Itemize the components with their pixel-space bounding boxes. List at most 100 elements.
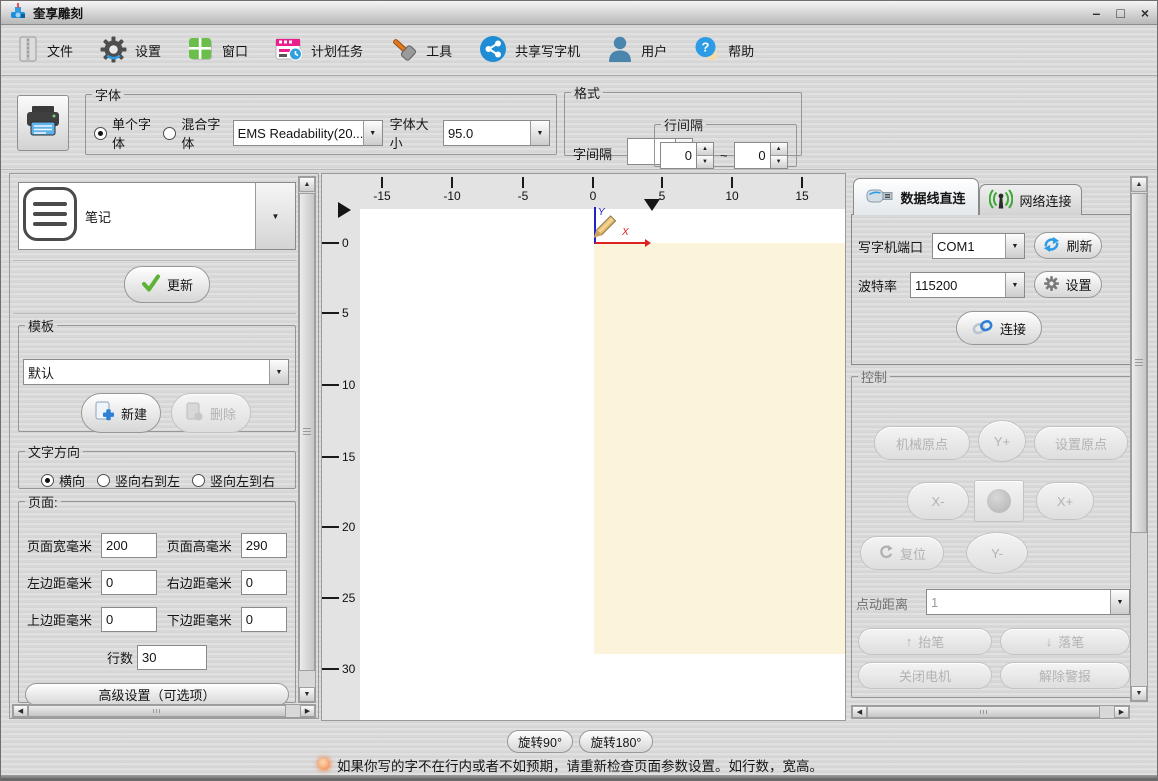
template-delete-button[interactable]: 删除 bbox=[171, 393, 251, 433]
chevron-down-icon[interactable]: ▼ bbox=[530, 121, 549, 145]
y-minus-button[interactable]: Y- bbox=[966, 532, 1028, 574]
row-count-input[interactable]: 30 bbox=[137, 645, 207, 670]
connect-button[interactable]: 连接 bbox=[956, 311, 1042, 345]
left-panel-vscrollbar[interactable]: ▲ ▼ bbox=[298, 176, 316, 703]
vertical-ruler: 0 5 10 15 20 25 30 bbox=[322, 209, 360, 720]
mechanical-origin-button[interactable]: 机械原点 bbox=[874, 426, 970, 460]
font-select[interactable]: EMS Readability(20... ▼ bbox=[233, 120, 383, 146]
menu-user[interactable]: 用户 bbox=[607, 35, 667, 66]
margin-left-input[interactable]: 0 bbox=[101, 570, 157, 595]
reset-button[interactable]: 复位 bbox=[860, 536, 944, 570]
radio-vertical-rtl[interactable]: 竖向右到左 bbox=[97, 471, 180, 490]
right-panel-hscrollbar[interactable]: ◀ ▶ bbox=[851, 705, 1130, 719]
status-bar: 如果你写的字不在行内或者不如预期，请重新检查页面参数设置。如行数，宽高。 bbox=[1, 754, 1157, 776]
radio-horizontal[interactable]: 横向 bbox=[41, 471, 85, 490]
menu-tools[interactable]: 工具 bbox=[390, 35, 452, 66]
maximize-button[interactable]: □ bbox=[1116, 6, 1124, 20]
left-panel-hscrollbar[interactable]: ◀ ▶ bbox=[12, 704, 316, 718]
spinner-down-icon[interactable]: ▼ bbox=[697, 156, 713, 168]
ruler-marker-right-icon[interactable] bbox=[338, 202, 351, 218]
print-button[interactable] bbox=[17, 95, 69, 151]
margin-bottom-input[interactable]: 0 bbox=[241, 607, 287, 632]
scrollbar-thumb[interactable] bbox=[1131, 193, 1147, 533]
chevron-down-icon[interactable]: ▼ bbox=[363, 121, 382, 145]
menu-share-writer[interactable]: 共享写字机 bbox=[479, 35, 580, 66]
x-plus-button[interactable]: X+ bbox=[1036, 482, 1094, 520]
radio-mixed-font[interactable]: 混合字体 bbox=[163, 114, 225, 152]
menu-help[interactable]: ? 帮助 bbox=[694, 36, 754, 65]
port-label: 写字机端口 bbox=[858, 237, 923, 256]
spinner-down-icon[interactable]: ▼ bbox=[771, 156, 787, 168]
page-width-input[interactable]: 200 bbox=[101, 533, 157, 558]
spinner-up-icon[interactable]: ▲ bbox=[771, 143, 787, 156]
chevron-down-icon[interactable]: ▼ bbox=[1005, 273, 1024, 297]
pen-up-button[interactable]: ↑ 抬笔 bbox=[858, 628, 992, 655]
font-size-value: 95.0 bbox=[444, 121, 530, 145]
hint-lamp-icon bbox=[318, 758, 330, 770]
machine-settings-button[interactable]: 设置 bbox=[1034, 271, 1102, 298]
baud-select[interactable]: 115200 ▼ bbox=[910, 272, 1025, 298]
rotate-90-button[interactable]: 旋转90° bbox=[507, 730, 573, 753]
scroll-left-icon[interactable]: ◀ bbox=[852, 706, 867, 718]
x-minus-button[interactable]: X- bbox=[907, 482, 969, 520]
ruler-marker-down-icon[interactable] bbox=[644, 199, 660, 211]
stop-circle-icon bbox=[987, 489, 1011, 513]
chevron-down-icon[interactable]: ▼ bbox=[1005, 234, 1024, 258]
tab-network-connection[interactable]: 网络连接 bbox=[979, 184, 1082, 215]
y-plus-button[interactable]: Y+ bbox=[978, 420, 1026, 462]
scrollbar-thumb[interactable] bbox=[28, 705, 286, 717]
tab-cable-connection[interactable]: 数据线直连 bbox=[853, 178, 979, 215]
font-size-select[interactable]: 95.0 ▼ bbox=[443, 120, 550, 146]
spinner-up-icon[interactable]: ▲ bbox=[697, 143, 713, 156]
menu-file[interactable]: 文件 bbox=[17, 36, 73, 65]
menu-window[interactable]: 窗口 bbox=[188, 36, 248, 65]
line-spacing-to-spinner[interactable]: 0 ▲▼ bbox=[734, 142, 788, 169]
scroll-up-icon[interactable]: ▲ bbox=[299, 177, 315, 192]
stop-button[interactable] bbox=[974, 480, 1024, 522]
scrollbar-thumb[interactable] bbox=[299, 193, 315, 671]
note-selector[interactable]: 笔记 ▼ bbox=[18, 182, 296, 250]
template-select[interactable]: 默认 ▼ bbox=[23, 359, 289, 385]
page-height-input[interactable]: 290 bbox=[241, 533, 287, 558]
menu-settings[interactable]: 设置 bbox=[100, 36, 161, 66]
update-button[interactable]: 更新 bbox=[124, 266, 210, 303]
jog-distance-select[interactable]: 1 ▼ bbox=[926, 589, 1130, 615]
advanced-settings-button[interactable]: 高级设置（可选项） bbox=[25, 683, 289, 706]
menu-scheduled-tasks[interactable]: 计划任务 bbox=[275, 36, 363, 65]
chevron-down-icon[interactable]: ▼ bbox=[1110, 590, 1129, 614]
minimize-button[interactable]: – bbox=[1093, 6, 1101, 20]
margin-right-input[interactable]: 0 bbox=[241, 570, 287, 595]
scroll-up-icon[interactable]: ▲ bbox=[1131, 177, 1147, 192]
template-new-button[interactable]: 新建 bbox=[81, 393, 161, 433]
scroll-left-icon[interactable]: ◀ bbox=[13, 705, 28, 717]
scroll-right-icon[interactable]: ▶ bbox=[300, 705, 315, 717]
scroll-down-icon[interactable]: ▼ bbox=[299, 687, 315, 702]
pen-down-button[interactable]: ↓ 落笔 bbox=[1000, 628, 1130, 655]
usb-icon bbox=[866, 186, 894, 209]
set-origin-button[interactable]: 设置原点 bbox=[1034, 426, 1128, 460]
check-icon bbox=[141, 274, 161, 295]
refresh-button[interactable]: 刷新 bbox=[1034, 232, 1102, 259]
x-axis-label: X bbox=[622, 227, 629, 238]
chevron-down-icon[interactable]: ▼ bbox=[255, 183, 295, 249]
y-minus-label: Y- bbox=[991, 546, 1003, 561]
radio-single-font[interactable]: 单个字体 bbox=[94, 114, 156, 152]
ruler-tick-label: 20 bbox=[342, 520, 355, 534]
scroll-down-icon[interactable]: ▼ bbox=[1131, 686, 1147, 701]
radio-vertical-ltr[interactable]: 竖向左到右 bbox=[192, 471, 275, 490]
chevron-down-icon[interactable]: ▼ bbox=[269, 360, 288, 384]
rotate-180-button[interactable]: 旋转180° bbox=[579, 730, 653, 753]
drawing-canvas[interactable]: -15 -10 -5 0 5 10 15 0 5 10 15 20 25 30 … bbox=[321, 173, 846, 721]
clear-alarm-button[interactable]: 解除警报 bbox=[1000, 662, 1130, 689]
motor-off-button[interactable]: 关闭电机 bbox=[858, 662, 992, 689]
tab-network-label: 网络连接 bbox=[1019, 191, 1071, 210]
port-select[interactable]: COM1 ▼ bbox=[932, 233, 1025, 259]
close-button[interactable]: × bbox=[1141, 6, 1149, 20]
scroll-right-icon[interactable]: ▶ bbox=[1114, 706, 1129, 718]
margin-top-input[interactable]: 0 bbox=[101, 607, 157, 632]
right-panel-vscrollbar[interactable]: ▲ ▼ bbox=[1130, 176, 1148, 702]
scrollbar-thumb[interactable] bbox=[867, 706, 1100, 718]
page-area[interactable] bbox=[594, 243, 845, 654]
ruler-tick-label: 10 bbox=[725, 189, 738, 203]
line-spacing-from-spinner[interactable]: 0 ▲▼ bbox=[660, 142, 714, 169]
